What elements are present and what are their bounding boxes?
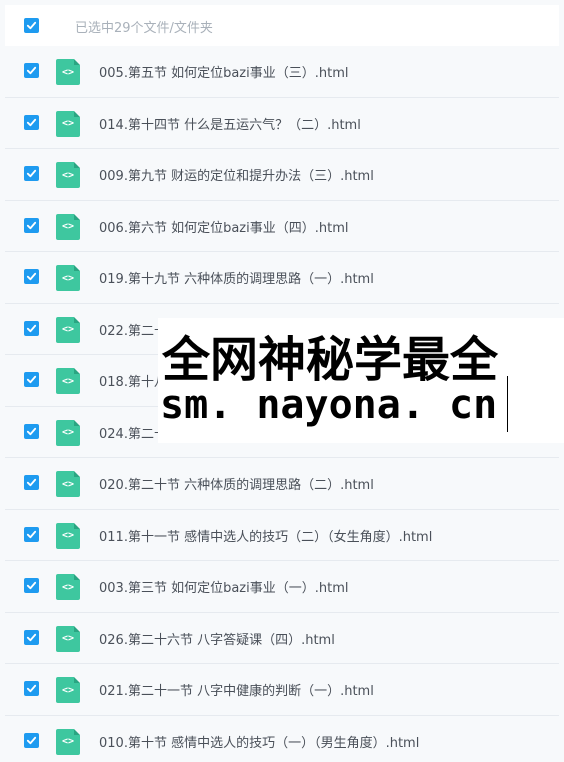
file-checkbox[interactable] — [24, 423, 39, 439]
html-file-icon: <> — [56, 522, 80, 549]
html-file-icon: <> — [56, 574, 80, 600]
file-name[interactable]: 024.第二十 — [99, 423, 167, 442]
file-checkbox[interactable] — [24, 681, 39, 696]
checkmark-icon — [26, 530, 37, 538]
file-checkbox[interactable] — [24, 166, 39, 181]
html-file-icon: <> — [56, 419, 80, 446]
selection-header: 已选中29个文件/文件夹 — [5, 5, 559, 46]
file-row[interactable]: <> 003.第三节 如何定位bazi事业（一）.html — [5, 561, 559, 613]
text-cursor — [507, 376, 508, 432]
file-name[interactable]: 026.第二十六节 八字答疑课（四）.html — [99, 629, 335, 648]
file-checkbox[interactable] — [24, 475, 39, 490]
file-name[interactable]: 003.第三节 如何定位bazi事业（一）.html — [99, 577, 348, 596]
file-name[interactable]: 005.第五节 如何定位bazi事业（三）.html — [99, 62, 348, 81]
checkmark-icon — [26, 478, 37, 487]
checkmark-icon — [26, 581, 37, 590]
html-file-icon: <> — [56, 162, 80, 188]
checkmark-icon — [26, 169, 37, 178]
selection-count-text: 已选中29个文件/文件夹 — [75, 21, 213, 36]
checkmark-icon — [26, 427, 37, 435]
file-row[interactable]: <> 005.第五节 如何定位bazi事业（三）.html — [5, 46, 559, 98]
file-row[interactable]: <> 009.第九节 财运的定位和提升办法（三）.html — [5, 149, 559, 201]
checkmark-icon — [26, 221, 37, 229]
html-file-icon: <> — [56, 728, 80, 755]
file-name[interactable]: 010.第十节 感情中选人的技巧（一）（男生角度）.html — [99, 732, 419, 751]
checkmark-icon — [26, 736, 37, 744]
file-checkbox[interactable] — [24, 269, 39, 284]
select-all-checkbox[interactable] — [24, 18, 39, 33]
file-checkbox[interactable] — [24, 217, 39, 233]
file-name[interactable]: 006.第六节 如何定位bazi事业（四）.html — [99, 217, 348, 236]
file-name[interactable]: 021.第二十一节 八字中健康的判断（一）.html — [99, 680, 374, 699]
file-checkbox[interactable] — [24, 320, 39, 336]
checkmark-icon — [26, 118, 37, 126]
file-row[interactable]: <> 021.第二十一节 八字中健康的判断（一）.html — [5, 664, 559, 716]
html-file-icon: <> — [56, 110, 80, 137]
watermark-title: 全网神秘学最全 — [162, 332, 499, 388]
file-row[interactable]: <> 026.第二十六节 八字答疑课（四）.html — [5, 612, 559, 664]
file-name[interactable]: 020.第二十节 六种体质的调理思路（二）.html — [99, 474, 374, 493]
watermark-url: sm. nayona. cn — [160, 382, 498, 428]
file-checkbox[interactable] — [24, 114, 39, 130]
checkmark-icon — [26, 272, 37, 281]
file-row[interactable]: <> 020.第二十节 六种体质的调理思路（二）.html — [5, 458, 559, 510]
file-row[interactable]: <> 010.第十节 感情中选人的技巧（一）（男生角度）.html — [5, 715, 559, 762]
html-file-icon: <> — [56, 265, 80, 291]
file-manager-page: 已选中29个文件/文件夹 <> 005.第五节 如何定位bazi事业（三）.ht… — [0, 0, 564, 762]
checkmark-icon — [26, 684, 37, 693]
checkmark-icon — [26, 21, 37, 30]
checkmark-icon — [26, 375, 37, 384]
html-file-icon: <> — [56, 316, 80, 343]
html-file-icon: <> — [56, 368, 80, 394]
file-row[interactable]: <> 019.第十九节 六种体质的调理思路（一）.html — [5, 252, 559, 304]
file-name[interactable]: 022.第二十 — [99, 320, 167, 339]
checkmark-icon — [26, 324, 37, 332]
html-file-icon: <> — [56, 625, 80, 652]
file-checkbox[interactable] — [24, 578, 39, 593]
file-name[interactable]: 014.第十四节 什么是五运六气？（二）.html — [99, 114, 361, 133]
file-checkbox[interactable] — [24, 732, 39, 748]
file-checkbox[interactable] — [24, 629, 39, 645]
checkmark-icon — [26, 633, 37, 641]
file-checkbox[interactable] — [24, 526, 39, 542]
html-file-icon: <> — [56, 677, 80, 703]
html-file-icon: <> — [56, 471, 80, 497]
checkmark-icon — [26, 66, 37, 75]
file-checkbox[interactable] — [24, 372, 39, 387]
file-checkbox[interactable] — [24, 63, 39, 78]
file-row[interactable]: <> 006.第六节 如何定位bazi事业（四）.html — [5, 200, 559, 252]
file-name[interactable]: 011.第十一节 感情中选人的技巧（二）（女生角度）.html — [99, 526, 432, 545]
html-file-icon: <> — [56, 59, 80, 85]
file-name[interactable]: 019.第十九节 六种体质的调理思路（一）.html — [99, 268, 374, 287]
html-file-icon: <> — [56, 213, 80, 240]
file-name[interactable]: 009.第九节 财运的定位和提升办法（三）.html — [99, 165, 374, 184]
file-row[interactable]: <> 011.第十一节 感情中选人的技巧（二）（女生角度）.html — [5, 509, 559, 561]
watermark-overlay: 全网神秘学最全 sm. nayona. cn — [158, 318, 564, 443]
file-name[interactable]: 018.第十八 — [99, 371, 167, 390]
file-row[interactable]: <> 014.第十四节 什么是五运六气？（二）.html — [5, 97, 559, 149]
